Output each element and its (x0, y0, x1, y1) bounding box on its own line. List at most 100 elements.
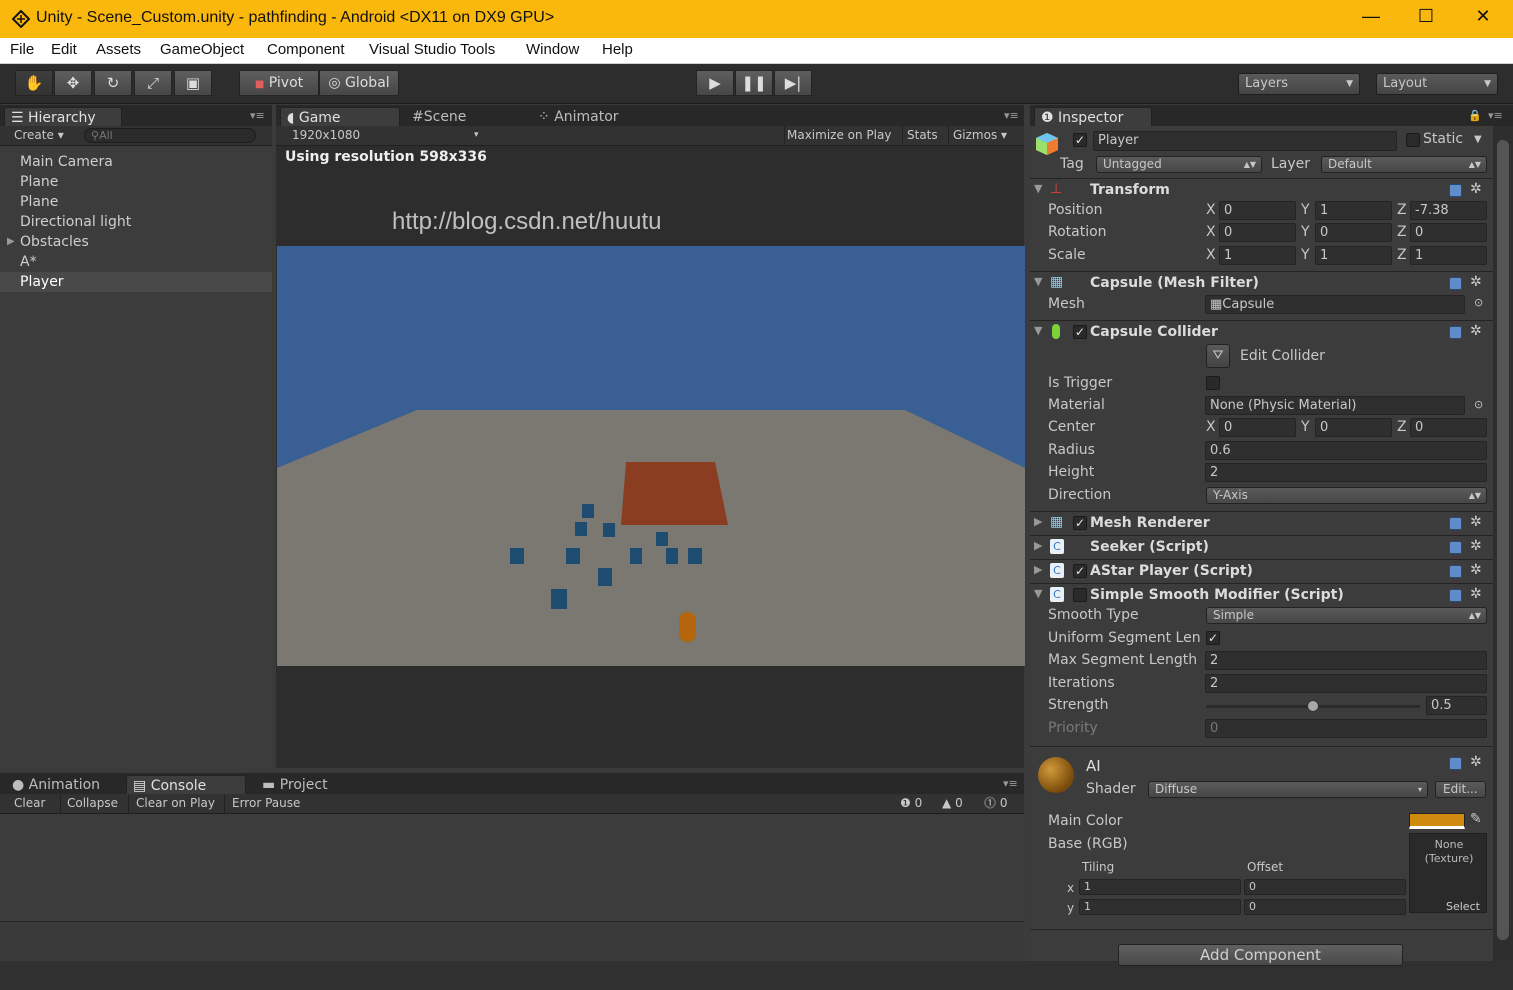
help-book-icon[interactable] (1449, 589, 1462, 602)
center-y-field[interactable]: 0 (1315, 418, 1392, 437)
scrollbar-thumb[interactable] (1497, 140, 1509, 940)
pivot-toggle[interactable]: ■ Pivot (239, 70, 319, 96)
help-book-icon[interactable] (1449, 277, 1462, 290)
warning-filter-toggle[interactable]: ▲ 0 (942, 794, 963, 813)
info-filter-toggle[interactable]: ❶ 0 (900, 794, 922, 813)
layer-dropdown[interactable]: Default ▲▼ (1321, 156, 1487, 173)
object-picker-icon[interactable]: ⊙ (1474, 398, 1483, 411)
direction-dropdown[interactable]: Y-Axis ▲▼ (1206, 487, 1487, 504)
tab-hierarchy[interactable]: ☰ Hierarchy (4, 107, 122, 128)
gear-icon[interactable]: ✲ (1470, 514, 1482, 530)
uniform-segment-checkbox[interactable]: ✓ (1206, 631, 1220, 645)
iterations-field[interactable]: 2 (1205, 674, 1487, 693)
collapse-toggle[interactable]: Collapse (60, 794, 118, 813)
physic-material-field[interactable]: None (Physic Material) (1205, 396, 1465, 415)
foldout-arrow-icon[interactable]: ▼ (1034, 587, 1042, 600)
error-filter-toggle[interactable]: ⓵ 0 (984, 794, 1007, 813)
tab-game[interactable]: ◖ Game (280, 107, 400, 128)
tab-inspector[interactable]: ❶ Inspector (1034, 107, 1152, 128)
tab-animator[interactable]: ⁘ Animator (532, 107, 642, 128)
edit-collider-button[interactable]: ⛛ (1206, 344, 1230, 368)
astar-player-enabled-checkbox[interactable]: ✓ (1073, 564, 1087, 578)
eyedropper-icon[interactable]: ✎ (1470, 811, 1482, 827)
simple-smooth-modifier-header[interactable]: ▼ C Simple Smooth Modifier (Script) ✲ (1030, 583, 1493, 607)
stats-toggle[interactable]: Stats (902, 126, 938, 145)
play-button[interactable]: ▶ (696, 70, 734, 96)
strength-field[interactable]: 0.5 (1426, 696, 1487, 715)
height-field[interactable]: 2 (1205, 463, 1487, 482)
gear-icon[interactable]: ✲ (1470, 274, 1482, 290)
tab-animation[interactable]: ● Animation (6, 775, 124, 796)
maximize-on-play-toggle[interactable]: Maximize on Play (784, 126, 891, 145)
help-book-icon[interactable] (1449, 541, 1462, 554)
tiling-x-field[interactable]: 1 (1079, 879, 1241, 895)
capsule-collider-enabled-checkbox[interactable]: ✓ (1073, 325, 1087, 339)
simple-smooth-enabled-checkbox[interactable] (1073, 588, 1087, 602)
expand-arrow-icon[interactable]: ▶ (7, 236, 15, 247)
move-tool-icon[interactable]: ✥ (54, 70, 92, 96)
rotation-z-field[interactable]: 0 (1410, 223, 1487, 242)
foldout-arrow-icon[interactable]: ▼ (1034, 182, 1042, 195)
texture-select-button[interactable]: Select (1446, 900, 1480, 913)
hierarchy-search-input[interactable]: ⚲All (84, 128, 256, 143)
astar-player-header[interactable]: ▶ C ✓ AStar Player (Script) ✲ (1030, 559, 1493, 583)
tag-dropdown[interactable]: Untagged ▲▼ (1096, 156, 1262, 173)
foldout-arrow-icon[interactable]: ▶ (1034, 515, 1042, 528)
offset-x-field[interactable]: 0 (1244, 879, 1406, 895)
rotation-y-field[interactable]: 0 (1315, 223, 1392, 242)
minimize-button[interactable]: — (1348, 6, 1394, 32)
clear-button[interactable]: Clear (14, 794, 45, 813)
scale-y-field[interactable]: 1 (1315, 246, 1392, 265)
strength-slider-thumb[interactable] (1307, 700, 1319, 712)
capsule-collider-header[interactable]: ▼ ✓ Capsule Collider ✲ (1030, 320, 1493, 344)
is-trigger-checkbox[interactable] (1206, 376, 1220, 390)
shader-dropdown[interactable]: Diffuse ▾ (1148, 781, 1428, 798)
scale-x-field[interactable]: 1 (1219, 246, 1296, 265)
tab-project[interactable]: ▬ Project (256, 775, 366, 796)
hierarchy-item[interactable]: Main Camera (20, 154, 113, 170)
rotate-tool-icon[interactable]: ↻ (94, 70, 132, 96)
hierarchy-item[interactable]: Plane (20, 174, 58, 190)
menu-file[interactable]: File (10, 41, 34, 58)
max-segment-length-field[interactable]: 2 (1205, 651, 1487, 670)
center-x-field[interactable]: 0 (1219, 418, 1296, 437)
gear-icon[interactable]: ✲ (1470, 323, 1482, 339)
gameobject-name-field[interactable]: Player (1093, 131, 1397, 151)
object-picker-icon[interactable]: ⊙ (1474, 296, 1483, 309)
panel-menu-icon[interactable]: ▾≡ (1004, 109, 1019, 122)
game-viewport[interactable]: Using resolution 598x336 http://blog.csd… (276, 146, 1025, 768)
add-component-button[interactable]: Add Component (1118, 944, 1403, 966)
mesh-field[interactable]: ▦Capsule (1205, 295, 1465, 314)
inspector-scrollbar[interactable] (1493, 126, 1513, 961)
position-y-field[interactable]: 1 (1315, 201, 1392, 220)
menu-edit[interactable]: Edit (51, 41, 77, 58)
gear-icon[interactable]: ✲ (1470, 562, 1482, 578)
center-z-field[interactable]: 0 (1410, 418, 1487, 437)
mesh-renderer-enabled-checkbox[interactable]: ✓ (1073, 516, 1087, 530)
panel-menu-icon[interactable]: ▾≡ (250, 109, 265, 122)
active-checkbox[interactable]: ✓ (1073, 133, 1087, 147)
smooth-type-dropdown[interactable]: Simple ▲▼ (1206, 607, 1487, 624)
error-pause-toggle[interactable]: Error Pause (224, 794, 300, 813)
create-dropdown[interactable]: Create ▾ (14, 126, 64, 145)
foldout-arrow-icon[interactable]: ▶ (1034, 563, 1042, 576)
tab-scene[interactable]: #Scene (406, 107, 516, 128)
menu-help[interactable]: Help (602, 41, 633, 58)
help-book-icon[interactable] (1449, 757, 1462, 770)
offset-y-field[interactable]: 0 (1244, 899, 1406, 915)
gear-icon[interactable]: ✲ (1470, 586, 1482, 602)
static-checkbox[interactable] (1406, 133, 1420, 147)
foldout-arrow-icon[interactable]: ▼ (1034, 275, 1042, 288)
gear-icon[interactable]: ✲ (1470, 181, 1482, 197)
menu-window[interactable]: Window (526, 41, 579, 58)
hierarchy-item[interactable]: A* (20, 254, 37, 270)
console-log-area[interactable] (0, 815, 1024, 921)
resolution-dropdown[interactable]: 1920x1080 (292, 126, 360, 145)
hierarchy-item[interactable]: Obstacles (20, 234, 89, 250)
lock-icon[interactable]: 🔒 (1468, 109, 1482, 122)
panel-menu-icon[interactable]: ▾≡ (1488, 109, 1503, 122)
tiling-y-field[interactable]: 1 (1079, 899, 1241, 915)
foldout-arrow-icon[interactable]: ▼ (1034, 324, 1042, 337)
radius-field[interactable]: 0.6 (1205, 441, 1487, 460)
rotation-x-field[interactable]: 0 (1219, 223, 1296, 242)
